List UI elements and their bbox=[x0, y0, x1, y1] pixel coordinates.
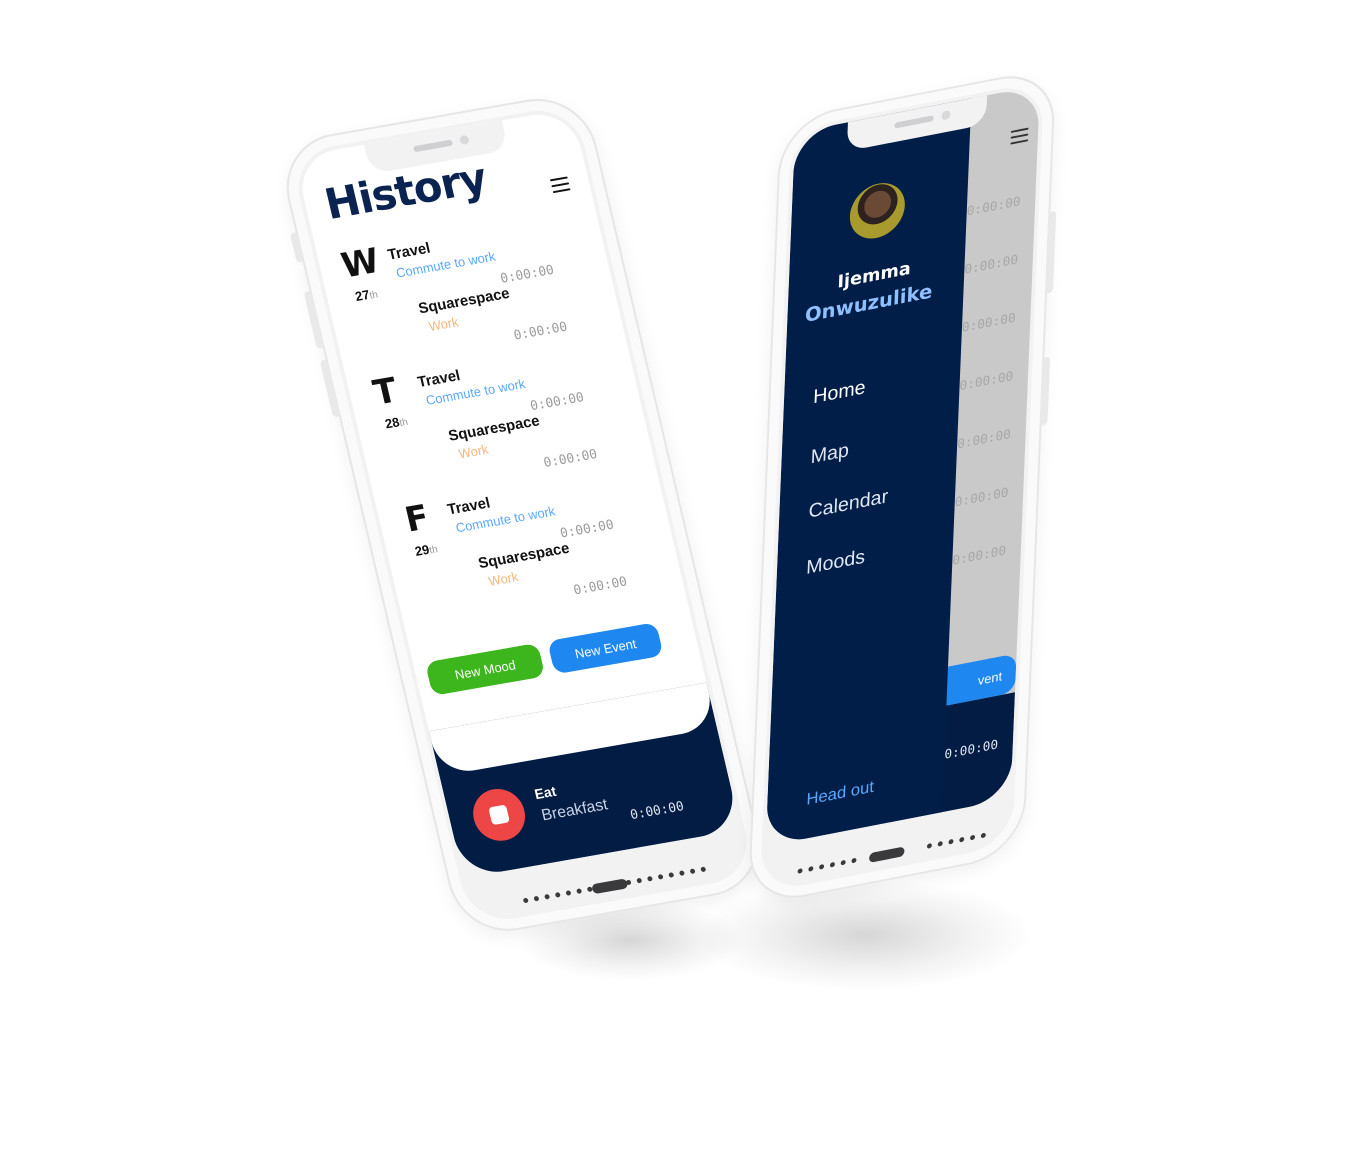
speaker-icon bbox=[894, 115, 934, 129]
background-time: 0:00:00 bbox=[944, 737, 999, 763]
menu-icon[interactable] bbox=[1010, 127, 1029, 145]
background-time: 0:00:00 bbox=[952, 543, 1007, 569]
event-subtitle: Work bbox=[457, 441, 490, 462]
event-time: 0:00:00 bbox=[512, 319, 569, 344]
current-event-title: Eat bbox=[532, 782, 558, 803]
stop-icon bbox=[488, 804, 510, 826]
day-number: 28th bbox=[383, 414, 410, 432]
speaker-grill bbox=[797, 857, 857, 874]
menu-icon[interactable] bbox=[549, 176, 571, 194]
day-number: 29th bbox=[413, 541, 439, 559]
lightning-port bbox=[868, 846, 905, 863]
logout-link[interactable]: Head out bbox=[806, 777, 874, 810]
background-time: 0:00:00 bbox=[956, 427, 1012, 453]
event-time: 0:00:00 bbox=[542, 447, 599, 472]
background-time: 0:00:00 bbox=[966, 194, 1021, 220]
user-avatar[interactable] bbox=[848, 178, 906, 244]
speaker-icon bbox=[412, 139, 454, 153]
event-time: 0:00:00 bbox=[498, 262, 556, 287]
camera-icon bbox=[941, 110, 951, 121]
event-title: Squarespace bbox=[416, 284, 512, 318]
day-letter: W bbox=[337, 240, 384, 287]
event-time: 0:00:00 bbox=[558, 517, 616, 542]
side-button bbox=[1039, 356, 1051, 426]
volume-up-button bbox=[303, 290, 325, 349]
new-event-button[interactable]: New Event bbox=[547, 622, 664, 675]
actions-card bbox=[428, 682, 717, 777]
event-subtitle: Work bbox=[487, 569, 520, 589]
background-time: 0:00:00 bbox=[959, 369, 1014, 395]
new-mood-button[interactable]: New Mood bbox=[424, 642, 546, 696]
volume-down-button bbox=[319, 359, 341, 418]
now-playing-bar: Eat Breakfast 0:00:00 bbox=[428, 682, 741, 879]
background-time: 0:00:00 bbox=[954, 485, 1009, 511]
mute-switch bbox=[289, 231, 305, 263]
nav-item-home[interactable]: Home bbox=[813, 377, 866, 409]
event-time: 0:00:00 bbox=[572, 574, 629, 599]
history-phone: History W 27th Travel Commute to work 0:… bbox=[275, 89, 771, 940]
event-time: 0:00:00 bbox=[528, 390, 586, 415]
speaker-grill bbox=[625, 866, 707, 886]
stop-record-button[interactable] bbox=[467, 784, 531, 845]
event-subtitle: Work bbox=[427, 314, 460, 335]
nav-item-moods[interactable]: Moods bbox=[806, 546, 866, 580]
menu-phone: 0:00:00 0:00:00 0:00:00 0:00:00 0:00:00 … bbox=[747, 66, 1057, 908]
camera-icon bbox=[459, 134, 470, 146]
day-letter: T bbox=[369, 370, 402, 414]
history-screen: History W 27th Travel Commute to work 0:… bbox=[294, 108, 741, 879]
power-button bbox=[1045, 210, 1057, 294]
phone-shadow bbox=[700, 880, 1030, 990]
background-time: 0:00:00 bbox=[964, 252, 1019, 278]
day-letter: F bbox=[401, 497, 434, 541]
nav-item-map[interactable]: Map bbox=[810, 439, 849, 469]
day-number: 27th bbox=[353, 286, 380, 305]
lightning-port bbox=[591, 878, 629, 895]
menu-screen: 0:00:00 0:00:00 0:00:00 0:00:00 0:00:00 … bbox=[765, 84, 1041, 847]
current-event-subtitle: Breakfast bbox=[539, 796, 610, 825]
navigation-drawer: Ijemma Onwuzulike Home Map Calendar Mood… bbox=[765, 98, 972, 847]
event-title: Squarespace bbox=[446, 412, 542, 445]
event-title: Squarespace bbox=[476, 539, 572, 573]
current-event-time: 0:00:00 bbox=[628, 799, 686, 824]
nav-item-calendar[interactable]: Calendar bbox=[808, 486, 888, 524]
speaker-grill bbox=[926, 832, 986, 849]
background-time: 0:00:00 bbox=[961, 310, 1016, 336]
